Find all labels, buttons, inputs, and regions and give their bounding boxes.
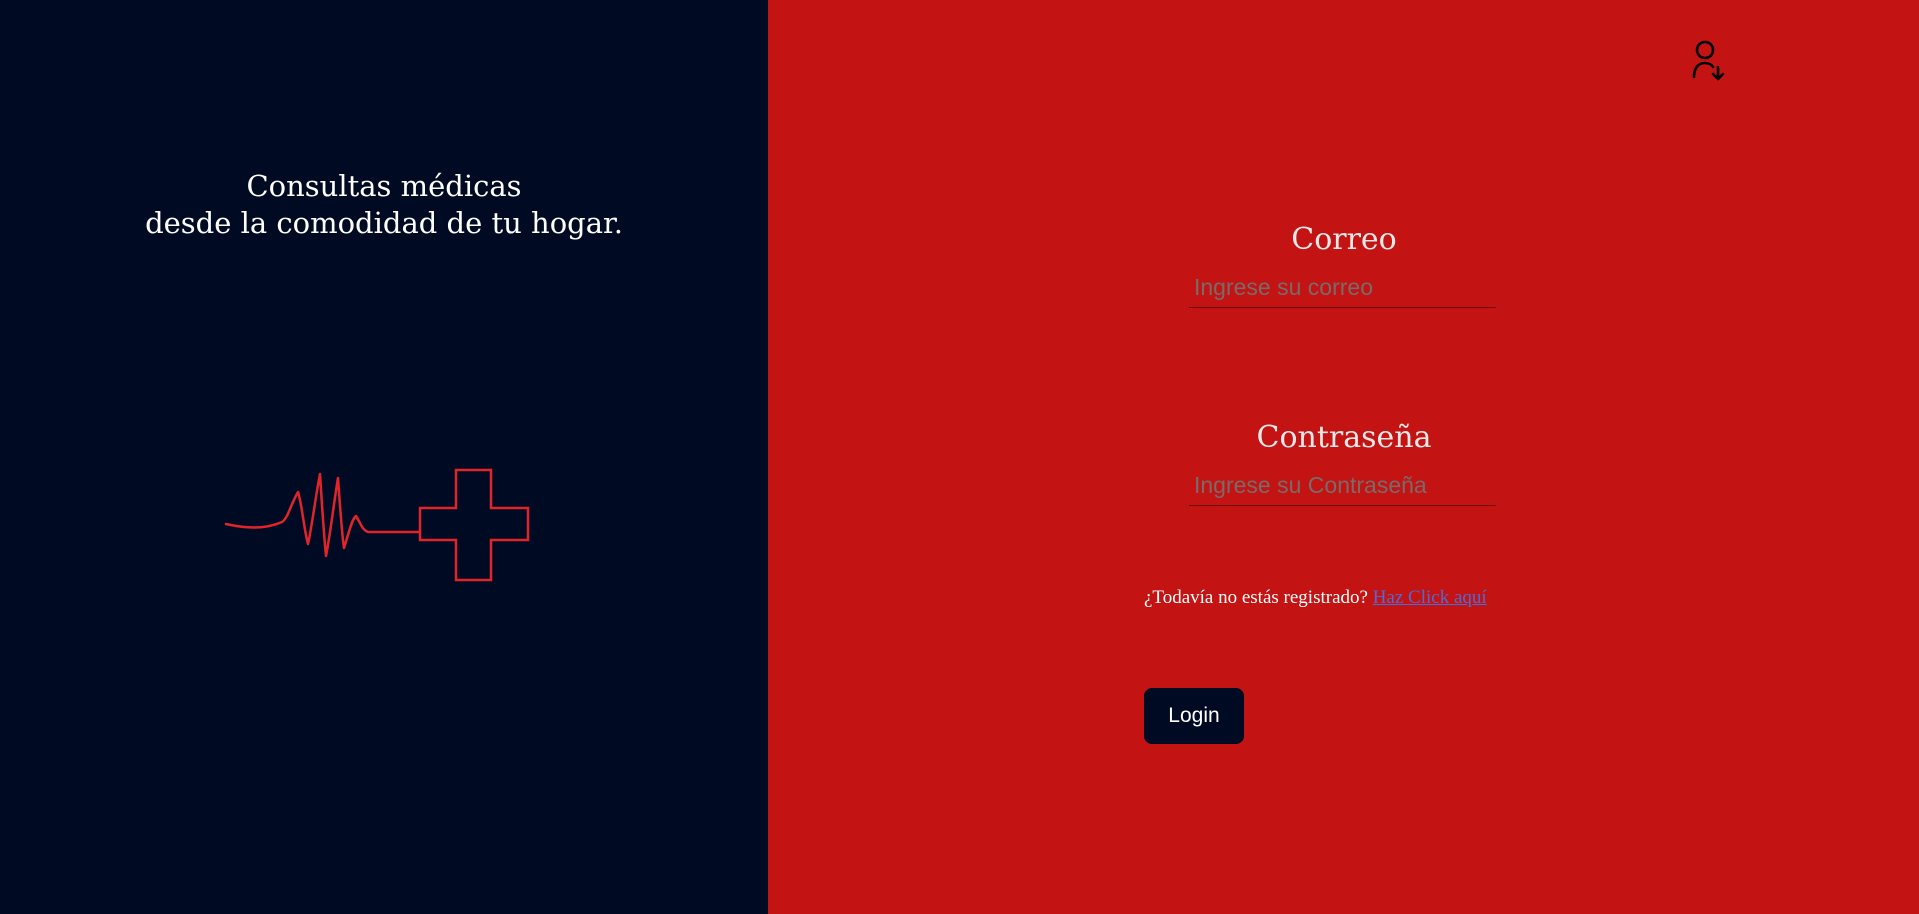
email-label: Correo <box>1291 222 1397 257</box>
login-page: Consultas médicas desde la comodidad de … <box>0 0 1919 914</box>
heartbeat-cross-icon <box>224 468 530 582</box>
tagline-line-1: Consultas médicas <box>246 169 522 203</box>
register-prompt-row: ¿Todavía no estás registrado? Haz Click … <box>1144 587 1487 609</box>
password-field[interactable] <box>1189 466 1496 506</box>
email-field[interactable] <box>1189 268 1496 308</box>
branding-panel: Consultas médicas desde la comodidad de … <box>0 0 768 914</box>
tagline-line-2: desde la comodidad de tu hogar. <box>145 206 623 240</box>
password-label: Contraseña <box>1256 420 1432 455</box>
register-prompt: ¿Todavía no estás registrado? <box>1144 587 1373 608</box>
login-button[interactable]: Login <box>1144 688 1244 744</box>
tagline: Consultas médicas desde la comodidad de … <box>0 168 768 242</box>
user-download-icon[interactable] <box>1691 39 1727 83</box>
login-panel: Correo Contraseña ¿Todavía no estás regi… <box>768 0 1919 914</box>
register-link[interactable]: Haz Click aquí <box>1373 587 1487 608</box>
